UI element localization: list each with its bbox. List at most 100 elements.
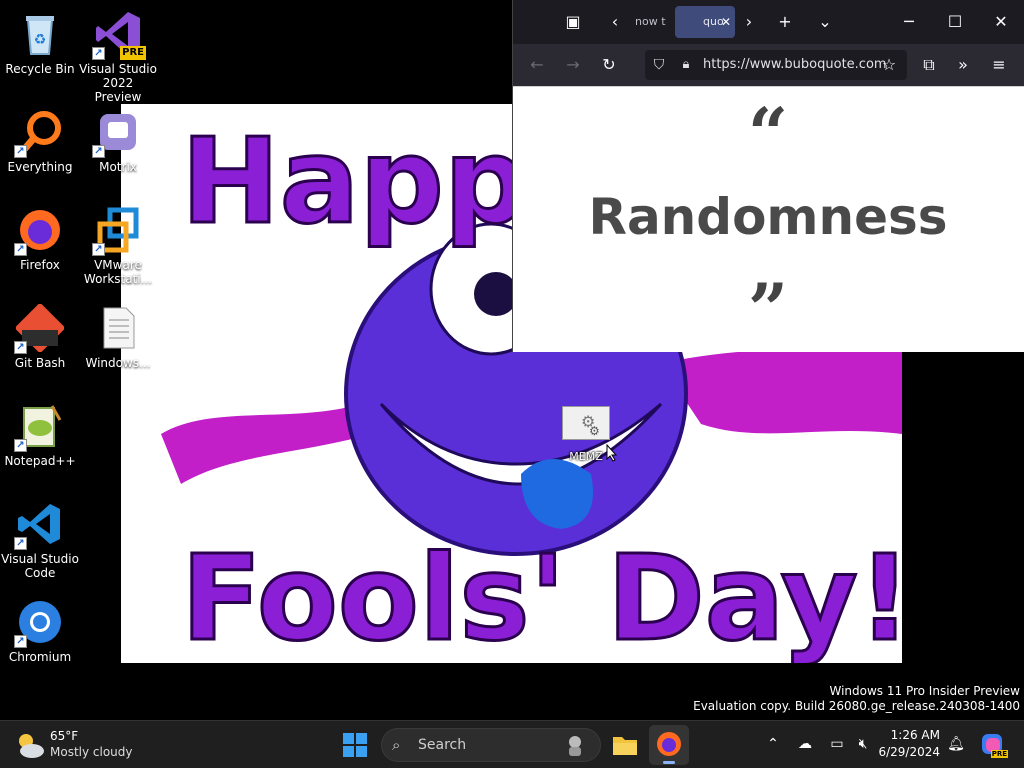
memz-gear-icon: ⚙ ⚙ [562,406,610,440]
tab-label: now t [635,15,666,28]
url-bar[interactable]: ⛉ 🔒︎ https://www.buboquote.com [645,50,907,80]
weather-widget[interactable]: 65°F Mostly cloudy [12,727,152,763]
motrix-icon: ↗ [92,108,142,158]
search-icon: ⌕ [392,736,401,754]
folder-icon [613,737,637,755]
tab-now[interactable]: now t [629,6,669,38]
close-window-icon[interactable]: ✕ [987,8,1015,36]
copilot-preview-badge: PRE [990,750,1008,758]
desktop-icon-label: Motrix [99,160,137,174]
mouse-cursor-icon [606,443,618,462]
tab-quote-active[interactable]: quo ✕ [675,6,735,38]
firefox-window[interactable]: ▣ ‹ now t quo ✕ › + ⌄ ─ ☐ ✕ ← → ↻ ⛉ 🔒︎ h… [512,0,1024,352]
new-tab-icon[interactable]: + [771,8,799,36]
watermark-line-1: Windows 11 Pro Insider Preview [829,684,1020,698]
taskbar-firefox[interactable] [649,725,689,765]
firefox-view-icon[interactable]: ▣ [559,8,587,36]
desktop-icon-label: VMware Workstati... [83,258,153,286]
extensions-icon[interactable]: ⧉ [915,51,943,79]
reload-icon[interactable]: ↻ [595,51,623,79]
search-highlight-icon [569,736,581,756]
lock-icon[interactable]: 🔒︎ [673,50,699,80]
forward-icon[interactable]: → [559,51,587,79]
vscode-icon: ↗ [14,500,64,550]
shortcut-arrow-icon: ↗ [92,145,105,158]
desktop-icon-label: Visual Studio 2022 Preview [79,62,157,104]
onedrive-offline-icon[interactable]: ☁ [794,733,816,755]
minimize-icon[interactable]: ─ [895,8,923,36]
svg-text:♻: ♻ [34,32,47,48]
taskbar: 65°F Mostly cloudy ⌕ Search ⌃ ☁ ▭ 🔇︎ 1:2… [0,720,1024,768]
taskbar-search[interactable]: ⌕ Search [381,728,601,762]
shortcut-arrow-icon: ↗ [92,243,105,256]
close-tab-icon[interactable]: ✕ [721,6,731,38]
desktop-icon-label: Firefox [20,258,60,272]
desktop-icon-vmware-workstation[interactable]: ↗ VMware Workstati... [78,202,158,294]
firefox-icon [657,732,681,756]
desktop-icon-label: Git Bash [14,356,66,370]
desktop-icon-firefox[interactable]: ↗ Firefox [0,202,80,294]
paint-splash-left [161,404,371,484]
nav-bar: ← → ↻ ⛉ 🔒︎ https://www.buboquote.com ☆ ⧉… [513,44,1024,86]
shield-icon[interactable]: ⛉ [645,50,673,80]
notepad-plus-plus-icon: ↗ [14,402,64,452]
desktop-icon-label: Everything [7,160,73,174]
clock-date: 6/29/2024 [878,745,940,759]
text-file-icon [94,304,142,352]
desktop-icon-motrix[interactable]: ↗ Motrix [78,104,158,196]
maximize-icon[interactable]: ☐ [941,8,969,36]
desktop-icon-notepad-plus-plus[interactable]: ↗ Notepad++ [0,398,80,490]
shortcut-arrow-icon: ↗ [92,47,105,60]
clock-time: 1:26 AM [890,728,940,742]
desktop: Happy Fools' Day! ♻ Recycle Bin ↗ Everyt… [0,0,1024,720]
everything-icon: ↗ [14,108,64,158]
bookmark-star-icon[interactable]: ☆ [875,51,903,79]
start-button[interactable] [343,733,367,757]
page-content: “ Randomness ” [513,92,1023,351]
cloudy-weather-icon [19,734,44,758]
desktop-icon-everything[interactable]: ↗ Everything [0,104,80,196]
copilot-button[interactable]: PRE [980,732,1008,758]
recycle-bin-icon: ♻ [16,10,64,58]
desktop-icon-label: Visual Studio Code [1,552,79,580]
menu-icon[interactable]: ≡ [985,51,1013,79]
weather-description: Mostly cloudy [50,745,133,759]
close-quote-mark: ” [747,268,789,351]
back-icon[interactable]: ← [523,51,551,79]
list-all-tabs-icon[interactable]: ⌄ [811,8,839,36]
desktop-icon-chromium[interactable]: ↗ Chromium [0,594,80,686]
tabs-scroll-right-icon[interactable]: › [735,8,763,36]
desktop-icon-visual-studio-2022-preview[interactable]: PRE ↗ Visual Studio 2022 Preview [78,6,158,104]
shortcut-arrow-icon: ↗ [14,439,27,452]
shortcut-arrow-icon: ↗ [14,145,27,158]
git-bash-icon: ↗ [14,302,66,354]
desktop-icon-label: Windows... [85,356,151,370]
vmware-icon: ↗ [92,206,142,256]
overflow-chevron-icon[interactable]: » [949,51,977,79]
notification-bell-icon[interactable]: 🔔︎ [945,733,967,755]
taskbar-clock[interactable]: 1:26 AM 6/29/2024 [878,727,940,761]
windows-watermark: Windows 11 Pro Insider Preview Evaluatio… [693,684,1020,714]
search-label: Search [418,737,467,753]
desktop-icon-label: Notepad++ [4,454,76,468]
show-hidden-icons-chevron[interactable]: ⌃ [762,733,784,755]
desktop-icon-label: Recycle Bin [5,62,75,76]
shortcut-arrow-icon: ↗ [14,341,27,354]
open-quote-mark: “ [747,92,789,175]
volume-muted-icon[interactable]: 🔇︎ [852,733,874,755]
desktop-icon-vscode[interactable]: ↗ Visual Studio Code [0,496,80,588]
desktop-icon-label: Chromium [8,650,72,664]
visual-studio-icon: PRE ↗ [92,10,146,60]
desktop-icon-recycle-bin[interactable]: ♻ Recycle Bin [0,6,80,98]
weather-temperature: 65°F [50,729,79,743]
chromium-icon: ↗ [14,598,64,648]
desktop-icon-windows-file[interactable]: Windows... [78,300,158,392]
url-text[interactable]: https://www.buboquote.com [703,50,903,80]
taskbar-file-explorer[interactable] [610,729,640,761]
windows-logo-icon [343,733,367,757]
display-icon[interactable]: ▭ [826,733,848,755]
active-indicator [663,761,675,764]
tabs-scroll-left-icon[interactable]: ‹ [601,8,629,36]
svg-text:⚙: ⚙ [589,424,600,438]
desktop-icon-git-bash[interactable]: ↗ Git Bash [0,300,80,392]
